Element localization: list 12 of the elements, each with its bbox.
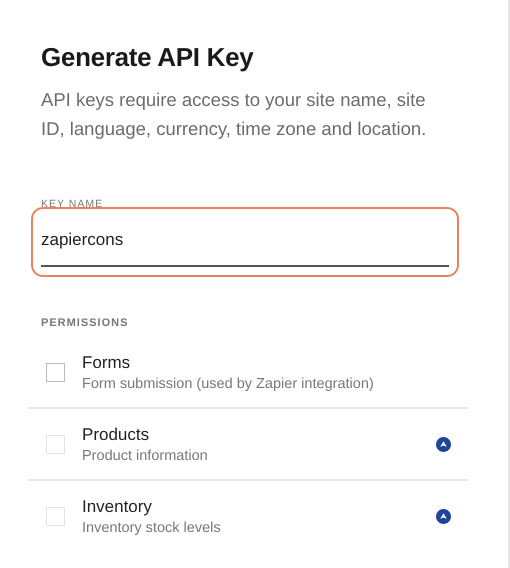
- checkbox[interactable]: [46, 362, 65, 382]
- key-name-field[interactable]: zapiercons: [31, 207, 459, 277]
- permission-description: Form submission (used by Zapier integration): [82, 376, 375, 392]
- section-label: PERMISSIONS: [41, 317, 130, 329]
- dialog-title: Generate API Key: [41, 42, 254, 73]
- permission-description: Inventory stock levels: [82, 520, 222, 536]
- permission-name: Inventory: [82, 496, 153, 516]
- field-label: KEY NAME: [41, 197, 104, 206]
- description: API keys require access to your site name, site ID, language, currency, time zone and location.: [41, 88, 428, 141]
- permission-name: Products: [82, 424, 150, 444]
- permission-description: Product information: [82, 448, 209, 464]
- permission-name: Forms: [82, 352, 132, 372]
